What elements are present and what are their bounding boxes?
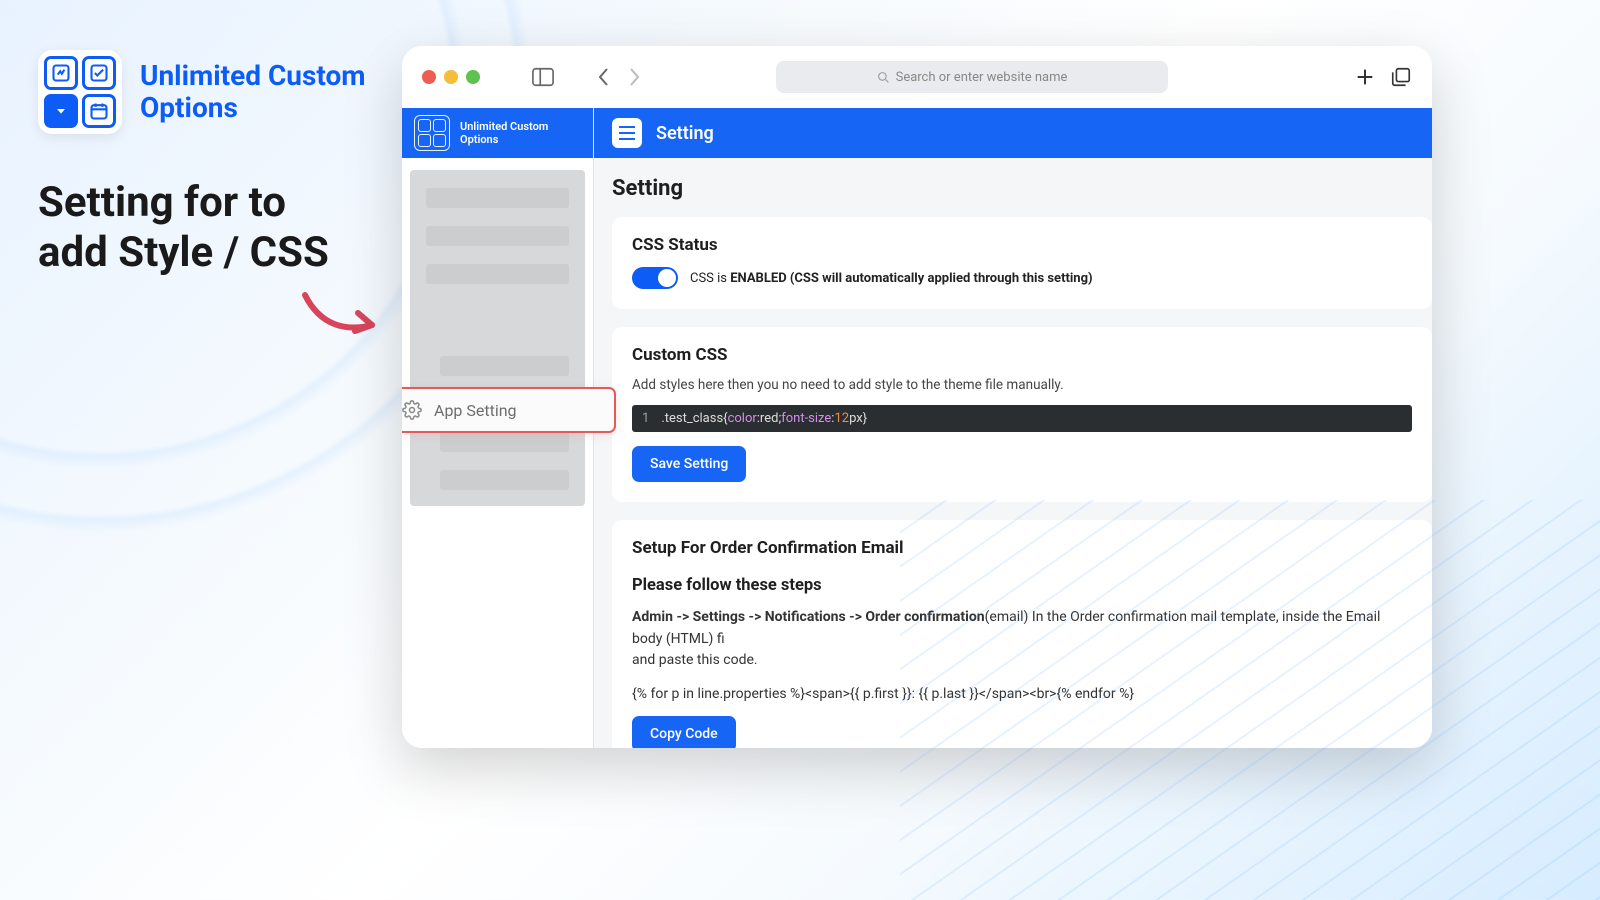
search-icon (877, 71, 890, 84)
close-dot[interactable] (422, 70, 436, 84)
forward-button[interactable] (626, 67, 642, 87)
minimize-dot[interactable] (444, 70, 458, 84)
sidebar: Unlimited Custom Options App Setting (402, 108, 594, 748)
logo-cell-dropdown-icon (44, 94, 78, 128)
browser-window: Search or enter website name Unlimited C… (402, 46, 1432, 748)
sidebar-item-placeholder (426, 226, 569, 246)
css-editor[interactable]: 1 .test_class{color:red;font-size:12px} (632, 405, 1412, 432)
card-title: CSS Status (632, 235, 1412, 255)
css-status-toggle[interactable] (632, 267, 678, 289)
sidebar-item-placeholder (440, 356, 569, 376)
logo-cell-check-icon (82, 56, 116, 90)
sidebar-brand: Unlimited Custom Options (460, 120, 548, 146)
sidebar-header: Unlimited Custom Options (402, 108, 593, 158)
sidebar-item-placeholder (426, 264, 569, 284)
page-heading: Setting (612, 176, 1432, 201)
save-setting-button[interactable]: Save Setting (632, 446, 746, 482)
logo-cell-calendar-icon (82, 94, 116, 128)
traffic-lights (422, 70, 480, 84)
steps-text: Admin -> Settings -> Notifications -> Or… (632, 607, 1412, 650)
sidebar-item-label: App Setting (434, 401, 517, 420)
copy-code-button[interactable]: Copy Code (632, 716, 736, 748)
card-subtitle: Add styles here then you no need to add … (632, 377, 1412, 393)
logo-cell-upload-icon (44, 56, 78, 90)
promo-title: Unlimited Custom Options (140, 60, 366, 124)
app-shell: Unlimited Custom Options App Setting (402, 108, 1432, 748)
sidebar-item-placeholder (440, 432, 569, 452)
steps-text-line2: and paste this code. (632, 650, 1412, 672)
sidebar-item-placeholder (440, 470, 569, 490)
card-email-setup: Setup For Order Confirmation Email Pleas… (612, 520, 1432, 748)
tabs-button[interactable] (1390, 66, 1412, 88)
new-tab-button[interactable] (1354, 66, 1376, 88)
card-css-status: CSS Status CSS is ENABLED (CSS will auto… (612, 217, 1432, 309)
browser-toolbar: Search or enter website name (402, 46, 1432, 108)
email-code-snippet: {% for p in line.properties %}<span>{{ p… (632, 686, 1412, 702)
page-body: Setting CSS Status CSS is ENABLED (CSS w… (594, 158, 1432, 748)
arrow-icon (300, 290, 390, 350)
sidebar-toggle-icon[interactable] (532, 67, 554, 87)
menu-toggle-button[interactable] (612, 118, 642, 148)
line-number: 1 (642, 411, 649, 426)
app-logo (38, 50, 122, 134)
css-status-text: CSS is ENABLED (CSS will automatically a… (690, 271, 1093, 286)
promo-logo-row: Unlimited Custom Options (38, 50, 366, 134)
sidebar-item-placeholder (426, 188, 569, 208)
main-header: Setting (594, 108, 1432, 158)
sidebar-item-app-setting[interactable]: App Setting (402, 387, 616, 433)
steps-heading: Please follow these steps (632, 576, 1412, 595)
back-button[interactable] (596, 67, 612, 87)
address-bar-placeholder: Search or enter website name (896, 70, 1068, 85)
sidebar-logo-icon (414, 115, 450, 151)
address-bar[interactable]: Search or enter website name (776, 61, 1168, 93)
main-panel: Setting Setting CSS Status CSS is ENABLE… (594, 108, 1432, 748)
sidebar-menu (410, 170, 585, 506)
gear-icon (402, 400, 422, 420)
code-content: .test_class{color:red;font-size:12px} (661, 411, 867, 426)
card-title: Setup For Order Confirmation Email (632, 538, 1412, 558)
card-title: Custom CSS (632, 345, 1412, 365)
maximize-dot[interactable] (466, 70, 480, 84)
header-title: Setting (656, 123, 714, 144)
card-custom-css: Custom CSS Add styles here then you no n… (612, 327, 1432, 502)
promo-headline: Setting for to add Style / CSS (38, 178, 329, 279)
